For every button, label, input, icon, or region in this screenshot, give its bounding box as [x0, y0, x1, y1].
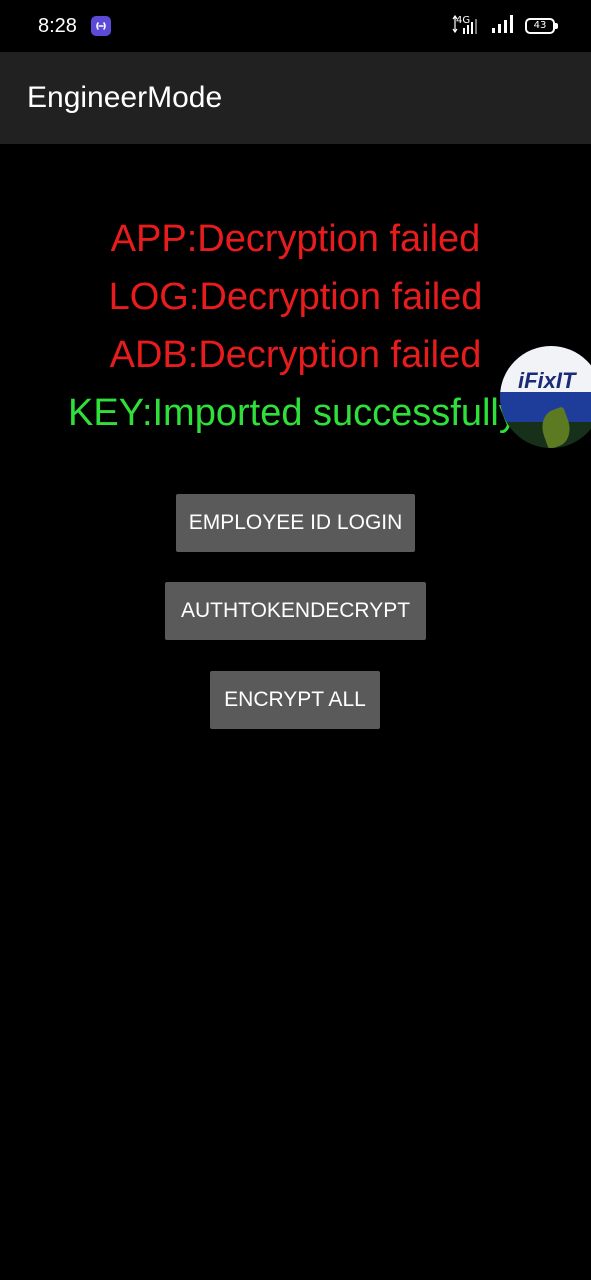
status-bar: 8:28 4G 43: [0, 0, 591, 52]
network-type-label: 4G: [456, 15, 471, 26]
status-time: 8:28: [38, 15, 77, 37]
app-notification-icon: [91, 16, 111, 36]
data-arrows-icon: 4G: [451, 15, 481, 37]
app-title: EngineerMode: [27, 81, 223, 114]
status-indicators: 4G 43: [451, 14, 558, 39]
bubble-brand-logo: iFixIT: [518, 368, 576, 393]
encrypt-all-button[interactable]: ENCRYPT ALL: [210, 671, 380, 729]
battery-level: 43: [533, 20, 547, 31]
app-status-text: APP:Decryption failed: [110, 218, 481, 260]
engineer-mode-screen: 8:28 4G 43 EngineerMode APP:Decryption f…: [0, 0, 591, 1280]
signal-icon: [491, 14, 515, 39]
floating-bubble[interactable]: iFixIT: [500, 346, 591, 448]
app-bar: EngineerMode: [0, 52, 591, 144]
auth-token-decrypt-button[interactable]: AUTHTOKENDECRYPT: [165, 582, 426, 640]
employee-id-login-button[interactable]: EMPLOYEE ID LOGIN: [176, 494, 415, 552]
battery-icon: 43: [525, 18, 558, 34]
log-status-text: LOG:Decryption failed: [108, 276, 483, 318]
